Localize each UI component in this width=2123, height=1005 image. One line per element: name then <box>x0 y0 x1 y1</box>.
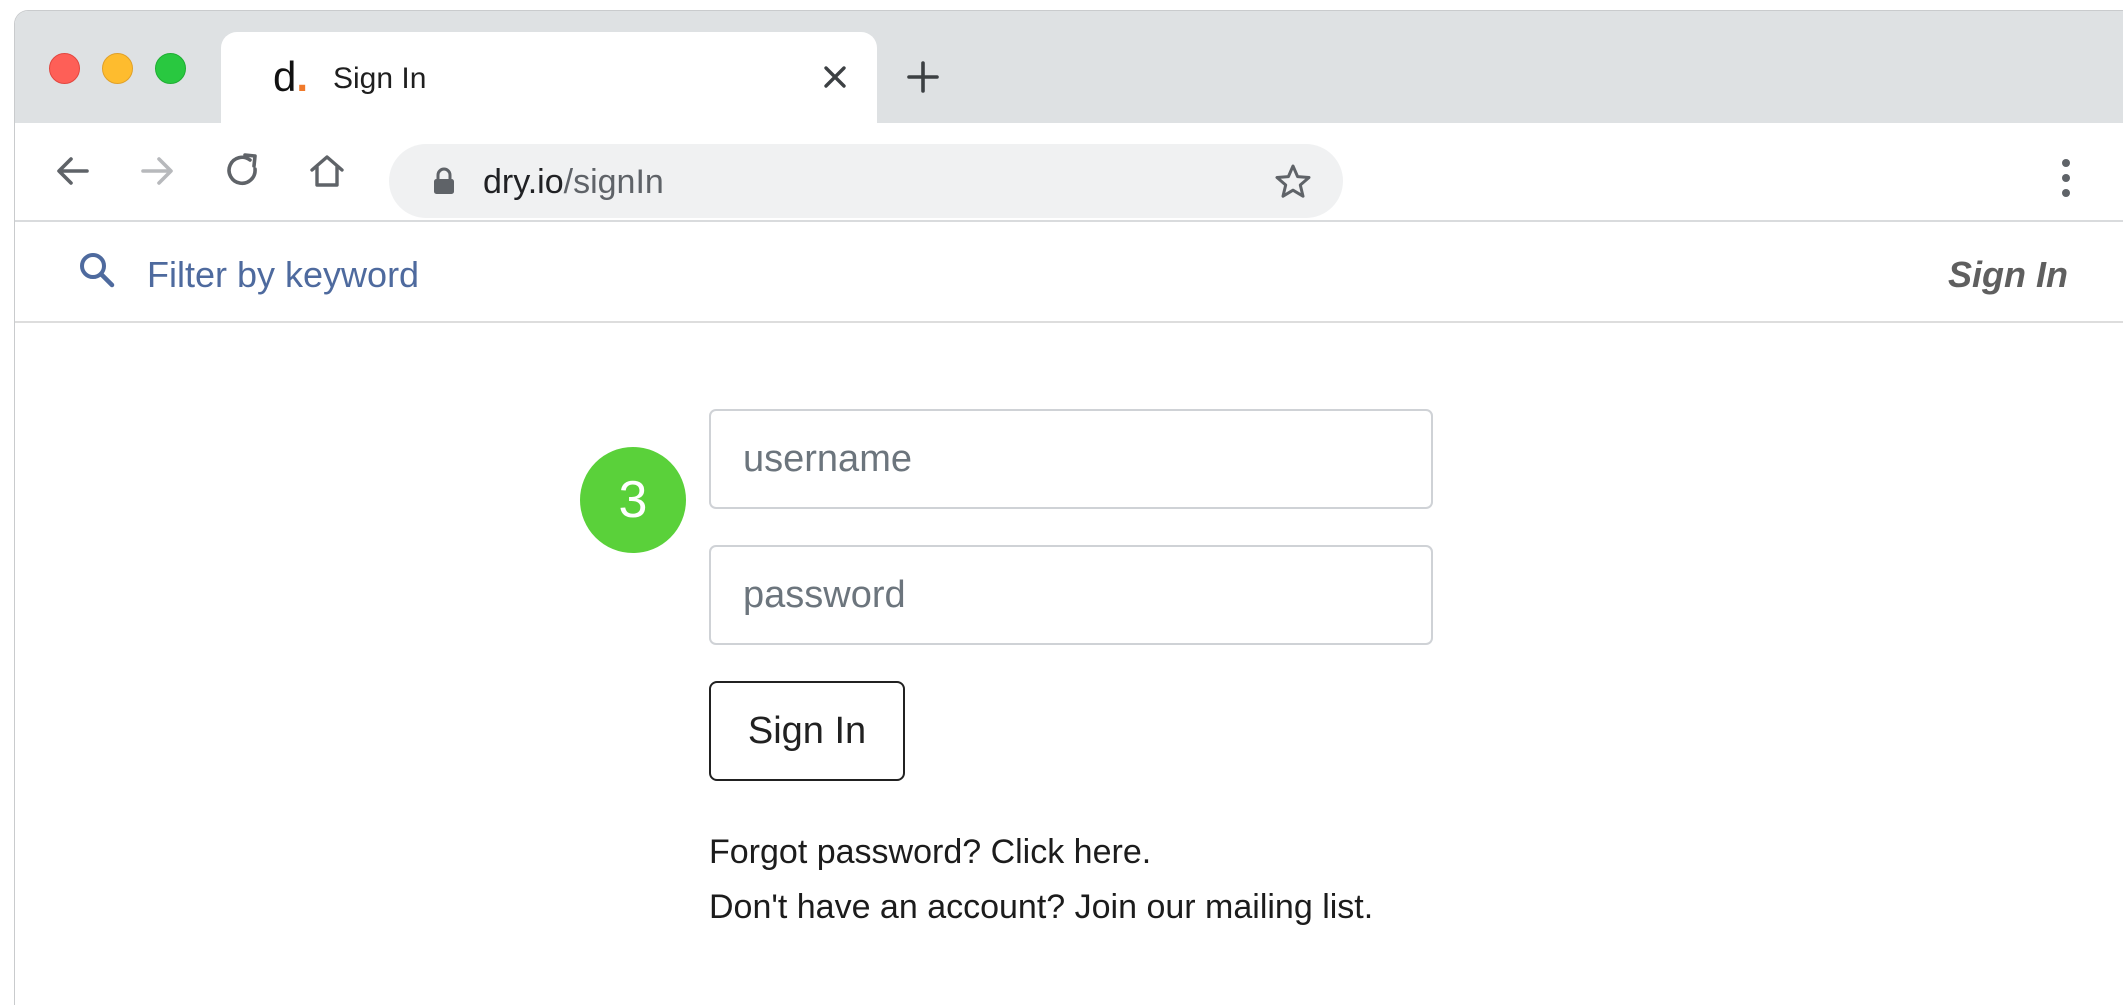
header-sign-in-link[interactable]: Sign In <box>1948 254 2068 296</box>
window-close-button[interactable] <box>49 53 80 84</box>
plus-icon[interactable] <box>903 57 943 97</box>
back-arrow-icon[interactable] <box>51 149 95 193</box>
star-icon[interactable] <box>1273 162 1313 202</box>
join-mailing-list-link[interactable]: Don't have an account? Join our mailing … <box>709 888 1373 927</box>
favicon-icon: d. <box>273 53 309 100</box>
close-icon[interactable] <box>817 59 853 95</box>
tab-strip: d. Sign In <box>15 11 2123 123</box>
window-minimize-button[interactable] <box>102 53 133 84</box>
step-badge: 3 <box>580 447 686 553</box>
reload-icon[interactable] <box>221 149 265 193</box>
browser-toolbar: dry.io/signIn <box>15 123 2123 222</box>
filter-by-keyword-input[interactable]: Filter by keyword <box>147 254 419 296</box>
lock-icon <box>434 167 454 194</box>
forgot-password-link[interactable]: Forgot password? Click here. <box>709 833 1151 872</box>
more-menu-icon[interactable] <box>2059 157 2073 199</box>
address-bar[interactable]: dry.io/signIn <box>389 144 1343 218</box>
window-maximize-button[interactable] <box>155 53 186 84</box>
url-text[interactable]: dry.io/signIn <box>483 163 664 202</box>
site-header: Filter by keyword Sign In <box>15 222 2123 323</box>
home-icon[interactable] <box>305 149 349 193</box>
password-input[interactable] <box>709 545 1433 645</box>
tab-sign-in[interactable]: d. Sign In <box>221 32 877 123</box>
search-icon[interactable] <box>77 250 117 290</box>
tab-title: Sign In <box>333 62 427 95</box>
browser-window: d. Sign In dry.io/signIn Filter by keywo… <box>14 10 2123 1005</box>
sign-in-button[interactable]: Sign In <box>709 681 905 781</box>
forward-arrow-icon[interactable] <box>135 149 179 193</box>
username-input[interactable] <box>709 409 1433 509</box>
